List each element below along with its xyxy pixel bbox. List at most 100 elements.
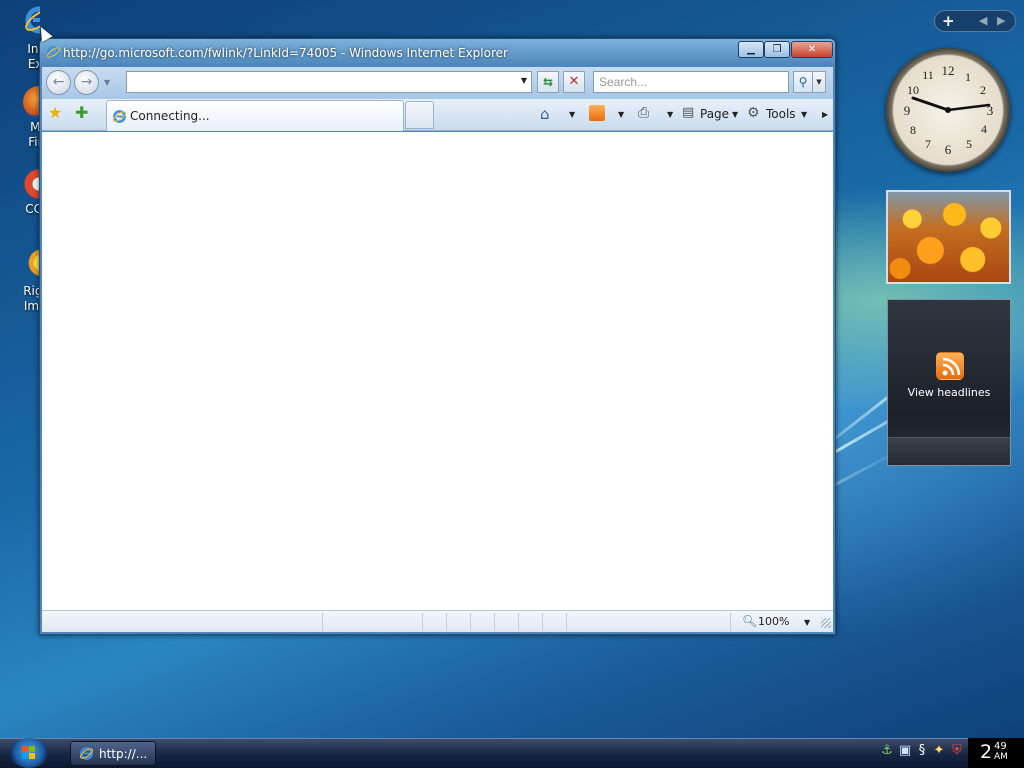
rss-icon-glyph: [942, 357, 961, 376]
previous-gadget-button[interactable]: ◀: [979, 14, 987, 27]
desktop-icon-ccleaner[interactable]: CCle: [16, 168, 40, 217]
favorites-star-icon[interactable]: ★: [48, 105, 62, 121]
close-button[interactable]: ✕: [791, 41, 833, 58]
security-shield-icon[interactable]: ⛨: [950, 743, 964, 759]
search-icon: ⚲: [798, 75, 808, 89]
forward-arrow-icon: →: [80, 74, 93, 90]
svg-text:4: 4: [981, 122, 987, 136]
zoom-icon[interactable]: 🔍︎: [742, 614, 757, 628]
back-button[interactable]: ←: [46, 70, 71, 95]
network-icon[interactable]: ⚓: [880, 743, 894, 759]
ccleaner-icon: [23, 168, 40, 200]
ie-icon: [47, 46, 60, 59]
tools-dropdown[interactable]: ▼: [801, 110, 807, 119]
feed-headlines-gadget[interactable]: View headlines: [887, 299, 1011, 466]
search-button[interactable]: ⚲: [793, 71, 813, 93]
svg-text:11: 11: [922, 68, 934, 82]
status-divider: [446, 613, 447, 631]
status-divider: [422, 613, 423, 631]
home-icon[interactable]: ⌂: [540, 105, 556, 123]
windows-logo-icon: [22, 746, 35, 759]
svg-text:2: 2: [980, 83, 986, 97]
ie-icon: [80, 747, 93, 760]
ie-window: http://go.microsoft.com/fwlink/?LinkId=7…: [39, 38, 836, 635]
forward-button[interactable]: →: [74, 70, 99, 95]
wand-icon[interactable]: ✦: [932, 743, 946, 759]
close-icon: ✕: [807, 44, 817, 55]
status-divider: [494, 613, 495, 631]
desktop-icon-label: Mo Fire: [28, 120, 40, 149]
volume-icon[interactable]: ▣: [898, 743, 912, 759]
desktop-icon-internet-explorer[interactable]: Inte Exp: [16, 4, 40, 70]
print-icon[interactable]: ⎙: [638, 105, 654, 121]
feeds-dropdown[interactable]: ▼: [618, 110, 624, 119]
ie-icon: [113, 110, 126, 123]
gear-icon: ⚙: [747, 105, 760, 121]
start-button[interactable]: [10, 738, 48, 768]
minimize-button[interactable]: ▁: [738, 41, 764, 58]
svg-text:9: 9: [904, 103, 911, 118]
zoom-level[interactable]: 100%: [758, 615, 789, 628]
antivirus-icon[interactable]: §: [915, 743, 929, 759]
resize-grip[interactable]: [821, 618, 831, 628]
tools-menu-button[interactable]: Tools: [766, 107, 796, 121]
zoom-dropdown[interactable]: ▼: [804, 618, 810, 627]
stop-button[interactable]: ✕: [563, 71, 585, 93]
minimize-icon: ▁: [747, 44, 755, 55]
back-arrow-icon: ←: [52, 74, 65, 90]
more-commands-chevron[interactable]: ▶: [822, 110, 828, 119]
page-menu-button[interactable]: Page: [700, 107, 729, 121]
page-content[interactable]: [42, 132, 833, 610]
rss-feed-icon: [936, 352, 964, 380]
taskbar-item-internet-explorer[interactable]: http://...: [70, 741, 156, 766]
maximize-button[interactable]: ❐: [764, 41, 790, 58]
refresh-button[interactable]: ⇆: [537, 71, 559, 93]
status-divider: [730, 613, 731, 631]
recent-pages-dropdown[interactable]: ▼: [104, 78, 110, 87]
clock-gadget[interactable]: 12 1 2 3 4 5 6 7 8 9 10 11: [886, 48, 1010, 172]
search-input[interactable]: [593, 71, 789, 93]
firefox-icon: [23, 86, 40, 118]
status-divider: [518, 613, 519, 631]
print-dropdown[interactable]: ▼: [667, 110, 673, 119]
add-gadget-button[interactable]: +: [942, 12, 955, 30]
clock-minute: 49: [994, 741, 1007, 752]
next-gadget-button[interactable]: ▶: [997, 14, 1005, 27]
clock-ampm: AM: [994, 752, 1008, 762]
view-headlines-link[interactable]: View headlines: [888, 386, 1010, 399]
taskbar-clock[interactable]: 2 49 AM: [968, 738, 1024, 768]
slideshow-gadget[interactable]: [886, 190, 1011, 284]
feed-gadget-footer: [888, 437, 1010, 465]
clock-face: 12 1 2 3 4 5 6 7 8 9 10 11: [904, 63, 994, 157]
refresh-icon: ⇆: [542, 75, 554, 89]
desktop-icons: CCle: [0, 164, 40, 234]
clock-hour: 2: [980, 741, 993, 763]
page-dropdown[interactable]: ▼: [732, 110, 738, 119]
command-bar: ★ ✚ Connecting... ⌂ ▼ ▼ ⎙ ▼ ▤ Page ▼ ⚙ T…: [42, 99, 833, 131]
address-bar[interactable]: ▼: [126, 71, 532, 93]
tab-connecting[interactable]: Connecting...: [106, 100, 404, 131]
sidebar-controls: + ◀ ▶: [934, 10, 1016, 32]
new-tab-button[interactable]: [405, 101, 434, 129]
status-divider: [322, 613, 323, 631]
svg-text:5: 5: [966, 137, 972, 151]
svg-text:6: 6: [945, 142, 952, 157]
desktop-icons: Mo Fire: [0, 82, 40, 152]
stop-icon: ✕: [568, 74, 580, 89]
chevron-down-icon[interactable]: ▼: [521, 76, 527, 85]
desktop-icon-firefox[interactable]: Mo Fire: [16, 86, 40, 150]
maximize-icon: ❐: [772, 44, 782, 55]
add-favorites-icon[interactable]: ✚: [75, 105, 88, 121]
home-dropdown[interactable]: ▼: [569, 110, 575, 119]
star-image-icon: [23, 250, 40, 282]
chevron-down-icon: ▼: [816, 78, 822, 86]
desktop-icon-right-image[interactable]: Right Imag: [16, 250, 40, 314]
title-bar[interactable]: http://go.microsoft.com/fwlink/?LinkId=7…: [40, 39, 835, 67]
svg-text:10: 10: [907, 83, 919, 97]
navigation-bar: ← → ▼ ▼ ⇆ ✕ ⚲ ▼: [42, 67, 833, 99]
svg-text:8: 8: [910, 123, 916, 137]
svg-text:12: 12: [942, 63, 955, 78]
search-options-dropdown[interactable]: ▼: [813, 71, 826, 93]
desktop-icons: Inte Exp: [0, 0, 40, 70]
feeds-icon[interactable]: [589, 105, 605, 121]
